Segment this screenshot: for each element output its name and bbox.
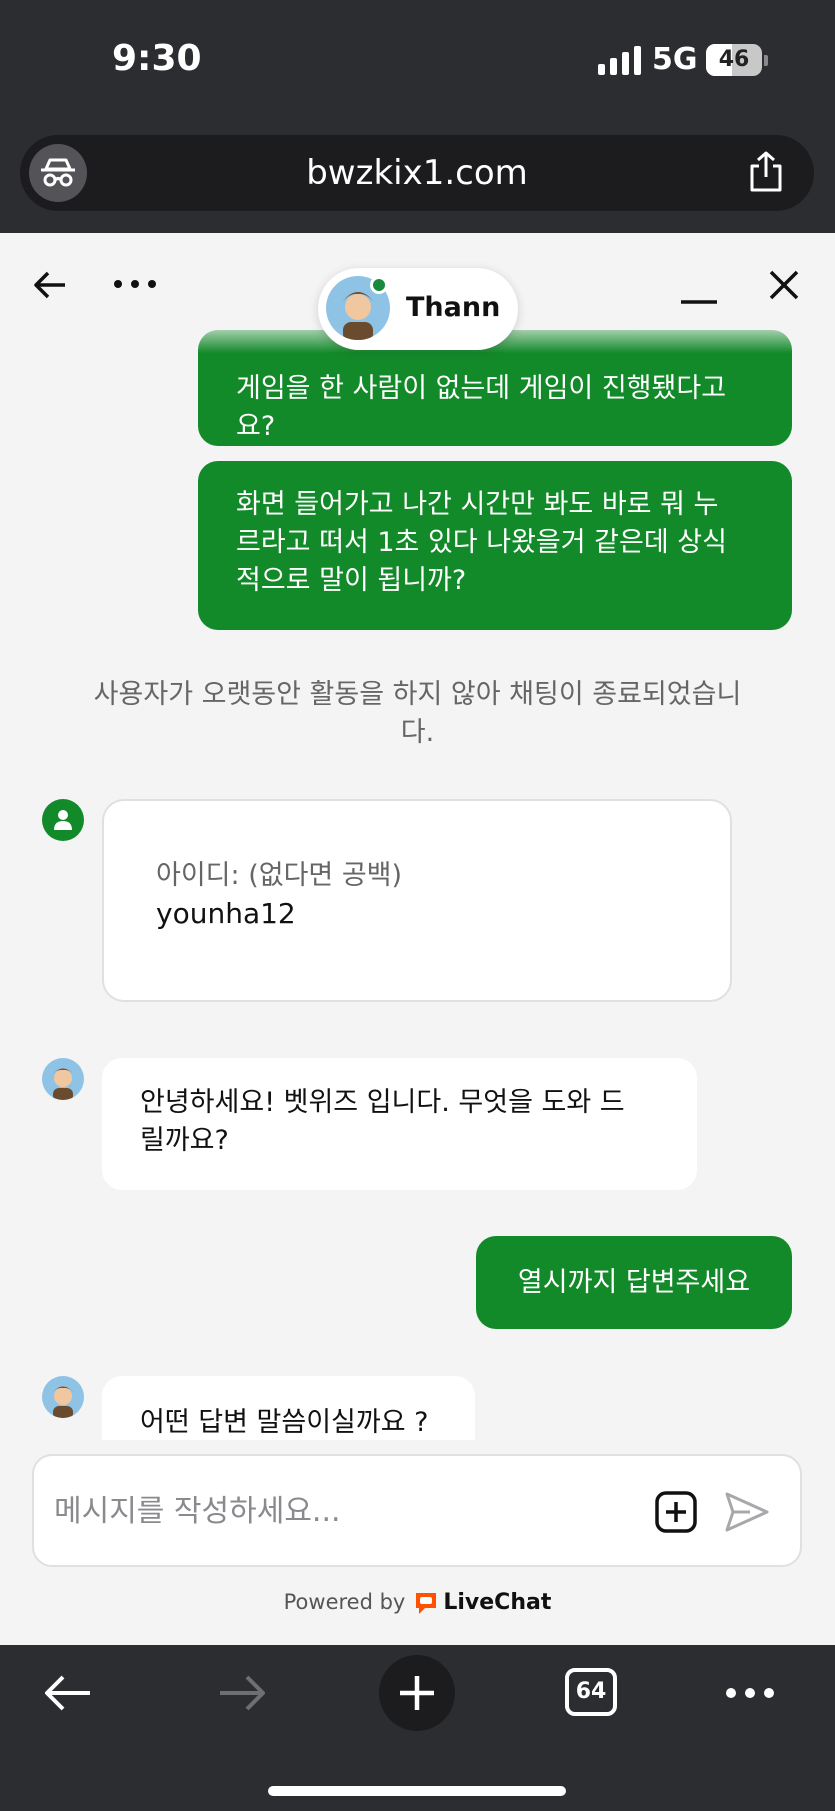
battery-level: 46 bbox=[718, 47, 750, 72]
prechat-form-card: 아이디: (없다면 공백) younha12 bbox=[102, 799, 732, 1002]
message-text: 게임을 한 사람이 없는데 게임이 진행됐다고 요? bbox=[236, 373, 727, 442]
address-bar[interactable]: bwzkix1.com bbox=[20, 135, 814, 211]
browser-address-area: bwzkix1.com bbox=[0, 125, 835, 233]
message-incoming: 안녕하세요! 벳위즈 입니다. 무엇을 도와 드 릴까요? bbox=[102, 1058, 697, 1190]
network-type: 5G bbox=[652, 42, 698, 77]
agent-badge: Thann bbox=[318, 268, 518, 350]
close-button[interactable] bbox=[762, 263, 806, 307]
message-composer bbox=[32, 1454, 802, 1567]
home-indicator[interactable] bbox=[268, 1786, 566, 1796]
share-icon[interactable] bbox=[746, 150, 786, 198]
back-button[interactable] bbox=[28, 263, 72, 307]
browser-toolbar: 64 bbox=[0, 1645, 835, 1811]
clock: 9:30 bbox=[112, 38, 202, 79]
agent-name: Thann bbox=[406, 292, 501, 323]
message-text: 열시까지 답변주세요 bbox=[517, 1267, 751, 1298]
agent-avatar bbox=[42, 1058, 84, 1100]
send-icon[interactable] bbox=[724, 1490, 770, 1538]
chat-header: Thann bbox=[0, 233, 835, 353]
battery-icon: 46 bbox=[706, 44, 762, 76]
online-status-dot bbox=[370, 276, 388, 294]
browser-menu-button[interactable] bbox=[722, 1675, 778, 1711]
status-bar: 9:30 5G 46 bbox=[0, 0, 835, 125]
chat-ended-notice: 사용자가 오랫동안 활동을 하지 않아 채팅이 종료되었습니 다. bbox=[93, 679, 742, 748]
signal-icon bbox=[598, 46, 641, 75]
powered-by[interactable]: Powered by LiveChat bbox=[0, 1590, 835, 1616]
message-text: 어떤 답변 말씀이실까요 ? bbox=[140, 1407, 429, 1438]
message-text: 안녕하세요! 벳위즈 입니다. 무엇을 도와 드 릴까요? bbox=[140, 1087, 625, 1156]
user-icon bbox=[42, 799, 84, 841]
url-text[interactable]: bwzkix1.com bbox=[20, 153, 814, 193]
livechat-logo-icon bbox=[416, 1593, 437, 1614]
form-field-label: 아이디: (없다면 공백) bbox=[156, 860, 403, 891]
message-outgoing: 열시까지 답변주세요 bbox=[476, 1236, 792, 1329]
browser-back-button[interactable] bbox=[40, 1670, 96, 1716]
minimize-button[interactable] bbox=[678, 273, 720, 313]
more-options-button[interactable] bbox=[110, 269, 160, 299]
browser-forward-button[interactable] bbox=[214, 1670, 270, 1716]
battery-tip bbox=[764, 55, 768, 66]
powered-by-label: Powered by bbox=[283, 1590, 406, 1614]
livechat-brand: LiveChat bbox=[443, 1590, 552, 1615]
message-text: 화면 들어가고 나간 시간만 봐도 바로 뭐 누 르라고 떠서 1초 있다 나왔… bbox=[236, 489, 727, 596]
agent-avatar bbox=[42, 1376, 84, 1418]
new-tab-button[interactable] bbox=[379, 1655, 455, 1731]
message-input[interactable] bbox=[54, 1486, 614, 1536]
tab-switcher-button[interactable]: 64 bbox=[565, 1668, 617, 1716]
message-outgoing: 화면 들어가고 나간 시간만 봐도 바로 뭐 누 르라고 떠서 1초 있다 나왔… bbox=[198, 461, 792, 630]
add-attachment-icon[interactable] bbox=[654, 1490, 698, 1538]
form-field-value: younha12 bbox=[156, 897, 296, 930]
